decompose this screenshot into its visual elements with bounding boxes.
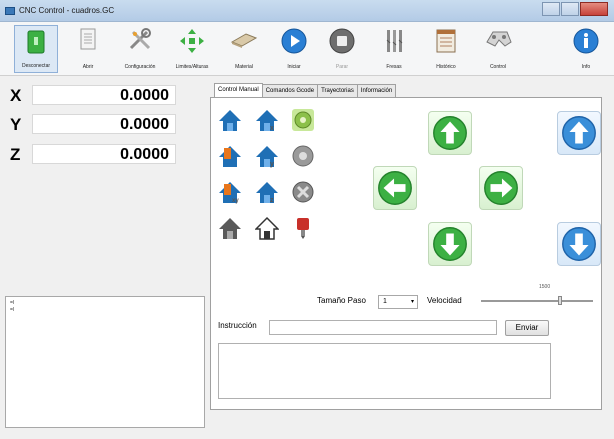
manual-control-panel: x y xy z Tamaño Paso 1 ▾ Velocidad 1500 … xyxy=(210,97,602,410)
jog-x-minus-button[interactable] xyxy=(373,166,417,210)
open-label: Abrir xyxy=(82,64,94,70)
tab-information[interactable]: Información xyxy=(356,84,397,97)
start-button[interactable]: Iniciar xyxy=(272,25,316,73)
tab-manual-control[interactable]: Control Manual xyxy=(214,83,263,97)
window-title: CNC Control - cuadros.GC xyxy=(19,6,115,15)
jog-z-minus-button[interactable] xyxy=(557,222,601,266)
speed-slider-track[interactable] xyxy=(481,300,593,302)
step-size-label: Tamaño Paso xyxy=(317,296,366,305)
coord-z: Z 0.0000 xyxy=(6,143,176,165)
step-size-value: 1 xyxy=(383,298,387,305)
svg-text:z: z xyxy=(270,197,274,204)
material-label: Material xyxy=(235,64,253,70)
history-notebook-icon xyxy=(436,29,456,53)
stop-button[interactable]: Parar xyxy=(320,25,364,73)
minimize-button[interactable] xyxy=(542,2,560,16)
history-button[interactable]: Histórico xyxy=(424,25,468,73)
svg-text:xy: xy xyxy=(232,198,239,204)
axis-x-value: 0.0000 xyxy=(32,85,176,105)
axis-x-label: X xyxy=(10,86,22,105)
jog-z-plus-button[interactable] xyxy=(557,111,601,155)
maximize-button[interactable] xyxy=(561,2,579,16)
svg-text:y: y xyxy=(270,161,274,168)
target-green-icon[interactable] xyxy=(291,108,315,132)
step-size-select[interactable]: 1 ▾ xyxy=(378,295,418,309)
settings-label: Configuración xyxy=(124,64,156,70)
instruction-label: Instrucción xyxy=(218,321,257,330)
svg-text:x: x xyxy=(270,125,274,132)
tab-bar: Control Manual Comandos Gcode Trayectori… xyxy=(214,83,397,98)
bits-button[interactable]: Fresas xyxy=(372,25,416,73)
home-gray-icon[interactable] xyxy=(218,216,242,240)
info-icon xyxy=(573,28,599,54)
close-button[interactable] xyxy=(580,2,608,16)
control-button[interactable]: Control xyxy=(476,25,520,73)
log-line: =I xyxy=(10,300,15,306)
disconnect-label: Desconectar xyxy=(21,63,51,69)
home-all-icon[interactable] xyxy=(218,108,242,132)
axis-z-label: Z xyxy=(10,145,21,164)
disconnect-icon xyxy=(27,30,45,54)
history-label: Histórico xyxy=(436,64,456,70)
home-y-icon[interactable]: y xyxy=(255,144,279,168)
instruction-output[interactable] xyxy=(218,343,551,399)
tab-trajectories[interactable]: Trayectorias xyxy=(317,84,358,97)
app-icon xyxy=(5,7,15,15)
limits-button[interactable]: Limites/Alturas xyxy=(170,25,214,73)
material-button[interactable]: Material xyxy=(222,25,266,73)
home-orange-icon[interactable] xyxy=(218,144,242,168)
axis-y-value: 0.0000 xyxy=(32,114,176,134)
jog-y-minus-button[interactable] xyxy=(428,222,472,266)
play-icon xyxy=(281,28,307,54)
spindle-icon[interactable] xyxy=(291,216,315,240)
axis-z-value: 0.0000 xyxy=(32,144,176,164)
instruction-input[interactable] xyxy=(269,320,497,335)
bits-label: Fresas xyxy=(386,64,402,70)
home-z-icon[interactable]: z xyxy=(255,180,279,204)
tab-gcode-commands[interactable]: Comandos Gcode xyxy=(261,84,319,97)
toolbar: Desconectar Abrir Configuración Limites/… xyxy=(0,22,614,76)
control-label: Control xyxy=(489,64,507,70)
start-label: Iniciar xyxy=(287,64,301,70)
console-log[interactable]: =I =I xyxy=(5,296,205,428)
axis-y-label: Y xyxy=(10,115,22,134)
title-bar: CNC Control - cuadros.GC xyxy=(0,0,614,22)
home-x-icon[interactable]: x xyxy=(255,108,279,132)
coord-x: X 0.0000 xyxy=(6,84,176,106)
settings-tools-icon xyxy=(129,28,151,50)
material-sheet-icon xyxy=(230,33,258,48)
coord-y: Y 0.0000 xyxy=(6,113,176,135)
chevron-down-icon: ▾ xyxy=(410,299,414,305)
home-outline-icon[interactable] xyxy=(255,216,279,240)
limits-arrows-icon xyxy=(180,29,204,53)
stop-icon xyxy=(329,28,355,54)
window-controls xyxy=(541,2,608,16)
send-button[interactable]: Enviar xyxy=(505,320,549,336)
disconnect-button[interactable]: Desconectar xyxy=(14,25,58,73)
log-line: =I xyxy=(10,307,15,313)
cancel-gray-icon[interactable] xyxy=(291,180,315,204)
stop-label: Parar xyxy=(335,64,349,70)
milling-bits-icon xyxy=(386,30,403,52)
limits-label: Limites/Alturas xyxy=(175,64,209,70)
gamepad-icon xyxy=(486,31,512,47)
jog-y-plus-button[interactable] xyxy=(428,111,472,155)
info-button[interactable]: Info xyxy=(564,25,608,73)
speed-label: Velocidad xyxy=(427,296,462,305)
jog-x-plus-button[interactable] xyxy=(479,166,523,210)
open-button[interactable]: Abrir xyxy=(66,25,110,73)
target-gray-icon[interactable] xyxy=(291,144,315,168)
speed-slider-thumb[interactable] xyxy=(558,296,562,305)
speed-value: 1500 xyxy=(539,284,551,290)
open-file-icon xyxy=(80,28,96,50)
info-label: Info xyxy=(581,64,591,70)
set-origin-xy-icon[interactable]: xy xyxy=(218,180,242,204)
settings-button[interactable]: Configuración xyxy=(118,25,162,73)
